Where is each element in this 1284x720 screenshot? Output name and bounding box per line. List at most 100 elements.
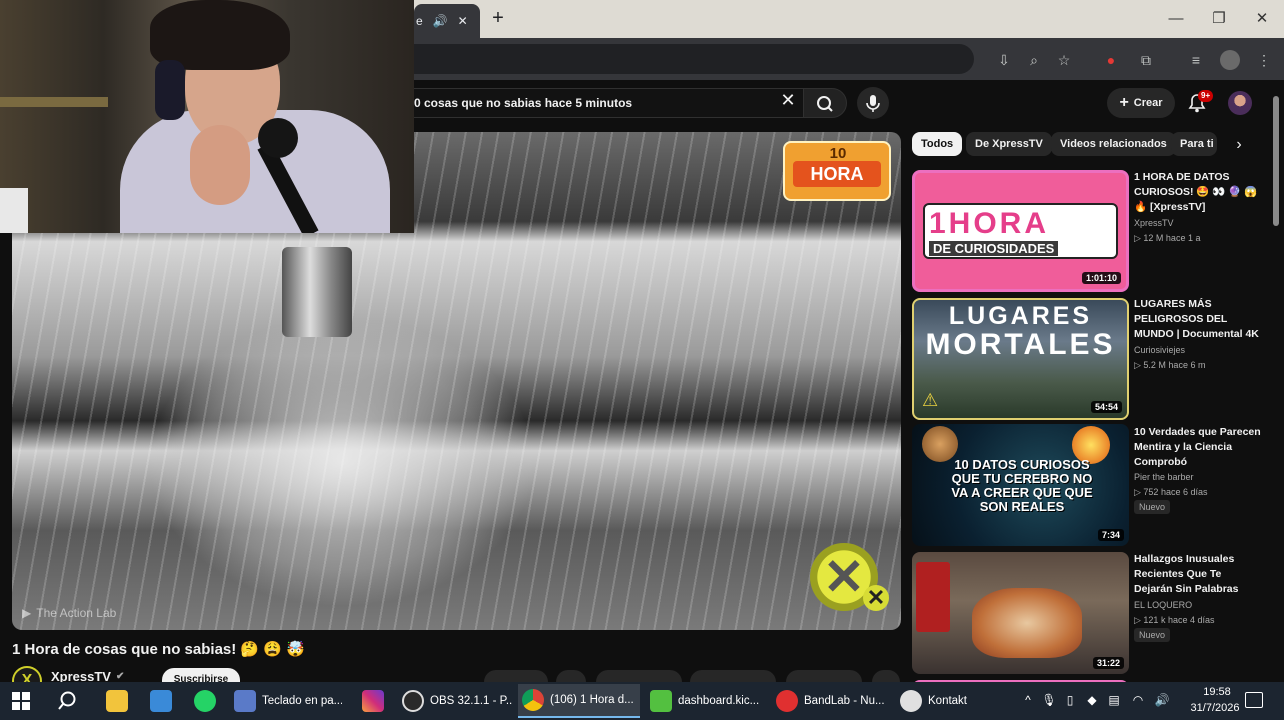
taskbar-app-keyboard[interactable]: Teclado en pa... (230, 684, 342, 718)
related-channel-1[interactable]: XpressTV (1134, 216, 1174, 230)
thumbnail-toolbox (916, 562, 950, 632)
tray-security-icon[interactable]: ◆ (1084, 692, 1100, 708)
kick-icon (650, 690, 672, 712)
related-title-2[interactable]: LUGARES MÁS PELIGROSOS DEL MUNDO | Docum… (1134, 297, 1262, 342)
tray-network-icon[interactable]: ▤ (1106, 692, 1122, 708)
thumbnail-text-line1: LUGARES (948, 302, 1093, 330)
tray-battery-icon[interactable]: ▯ (1062, 692, 1078, 708)
taskbar-app-label: (106) 1 Hora d... (550, 694, 634, 706)
account-avatar[interactable] (1228, 91, 1252, 115)
tray-volume-icon[interactable]: 🔊 (1154, 692, 1170, 708)
tray-microphone-icon[interactable]: 🎙 (1041, 692, 1057, 708)
taskbar-app-label: BandLab - Nu... (804, 695, 885, 707)
related-thumbnail-1[interactable]: 1HORA DE CURIOSIDADES 1:01:10 (912, 170, 1129, 292)
webcam-overlay (0, 0, 414, 233)
related-channel-4[interactable]: EL LOQUERO (1134, 598, 1192, 612)
tab-close-icon[interactable]: ✕ (458, 14, 468, 28)
window-close-button[interactable]: ✕ (1247, 8, 1277, 30)
chip-all[interactable]: Todos (912, 132, 963, 156)
window-maximize-button[interactable]: ❐ (1204, 8, 1234, 30)
obs-icon (402, 690, 424, 712)
new-badge: Nuevo (1134, 500, 1171, 514)
taskbar-app-kontakt[interactable]: Kontakt (896, 684, 1006, 718)
verified-icon: ✔ (115, 671, 125, 682)
tray-wifi-icon[interactable]: ◠ (1130, 692, 1146, 708)
taskbar-app-label: Teclado en pa... (262, 695, 342, 707)
related-channel-3[interactable]: Pier the barber (1134, 470, 1194, 484)
taskbar-app-bandlab[interactable]: BandLab - Nu... (772, 684, 888, 718)
start-button[interactable] (8, 684, 38, 718)
create-button[interactable]: + Crear (1107, 88, 1175, 118)
tab-audio-icon[interactable]: 🔊 (433, 14, 448, 28)
thumbnail-text-small: DE CURIOSIDADES (929, 241, 1059, 256)
search-query-text: 0 cosas que no sabias hace 5 minutos (414, 96, 633, 110)
scrollbar-thumb[interactable] (1273, 96, 1279, 226)
logo-text: HORA (793, 161, 881, 187)
taskbar-app-chrome[interactable]: (106) 1 Hora d... (518, 684, 640, 718)
related-meta-2: ▷ 5.2 M hace 6 m (1134, 360, 1206, 370)
instagram-icon[interactable] (358, 684, 388, 718)
warning-icon: ⚠ (922, 390, 939, 410)
related-title-4[interactable]: Hallazgos Inusuales Recientes Que Te Dej… (1134, 552, 1262, 597)
streaming-microphone (258, 118, 298, 158)
zoom-icon[interactable]: ⌕ (1024, 50, 1044, 70)
chrome-menu-icon[interactable]: ⋮ (1254, 50, 1274, 70)
webcam-object (0, 188, 28, 233)
extension-icon[interactable]: ● (1101, 50, 1121, 70)
streamer-hand (190, 125, 250, 205)
channel-watermark-logo: 10 HORA (783, 141, 891, 201)
video-duration: 54:54 (1090, 401, 1122, 413)
profile-avatar[interactable] (1220, 50, 1240, 70)
whatsapp-icon[interactable] (190, 684, 220, 718)
video-duration: 1:01:10 (1081, 272, 1121, 284)
chevron-right-icon[interactable]: › (1228, 134, 1250, 156)
new-tab-button[interactable]: + (486, 8, 510, 30)
browser-tab-active[interactable]: e 🔊 ✕ (414, 4, 480, 38)
keyboard-icon (234, 690, 256, 712)
youtube-logo-icon: ▶ (22, 606, 32, 620)
new-badge: Nuevo (1134, 628, 1171, 642)
chip-channel[interactable]: De XpressTV (966, 132, 1052, 156)
chip-for-you[interactable]: Para ti (1171, 132, 1217, 156)
related-title-1[interactable]: 1 HORA DE DATOS CURIOSOS! 🤩 👀 🔮 😱 🔥 [Xpr… (1134, 170, 1262, 215)
extensions-puzzle-icon[interactable]: ⧉ (1136, 50, 1156, 70)
headphone-icon (155, 60, 185, 120)
related-channel-2[interactable]: Curiosiviejes (1134, 343, 1185, 357)
media-control-icon[interactable]: ≡ (1186, 50, 1206, 70)
thumbnail-planet (922, 426, 958, 462)
taskbar-app-label: dashboard.kic... (678, 695, 760, 707)
tray-expand-icon[interactable]: ^ (1020, 692, 1036, 708)
thumbnail-text: 10 DATOS CURIOSOS QUE TU CEREBRO NO VA A… (951, 457, 1093, 514)
window-minimize-button[interactable]: — (1161, 8, 1191, 30)
related-thumbnail-3[interactable]: 10 DATOS CURIOSOS QUE TU CEREBRO NO VA A… (912, 424, 1129, 546)
store-icon[interactable] (146, 684, 176, 718)
taskbar-app-kick[interactable]: dashboard.kic... (646, 684, 762, 718)
related-thumbnail-2[interactable]: LUGARES MORTALES ⚠ 54:54 (912, 298, 1129, 420)
thumbnail-car (972, 588, 1082, 658)
related-thumbnail-4[interactable]: 31:22 (912, 552, 1129, 674)
search-icon (817, 96, 833, 112)
microphone-icon (866, 95, 880, 112)
related-title-3[interactable]: 10 Verdades que Parecen Mentira y la Cie… (1134, 425, 1262, 470)
thumbnail-text-line2: MORTALES (925, 328, 1116, 361)
taskbar-search-icon[interactable] (54, 684, 84, 718)
taskbar-clock-time[interactable]: 19:58 (1192, 686, 1242, 698)
windows-logo-icon (12, 692, 30, 710)
kontakt-icon (900, 690, 922, 712)
taskbar-app-obs[interactable]: OBS 32.1.1 - P... (398, 684, 512, 718)
search-button[interactable] (803, 88, 847, 118)
notification-center-icon[interactable] (1245, 692, 1263, 708)
video-duration: 7:34 (1097, 529, 1124, 541)
clear-search-icon[interactable]: ✕ (776, 90, 800, 114)
search-input[interactable]: 0 cosas que no sabias hace 5 minutos (414, 88, 804, 118)
address-bar[interactable] (414, 44, 974, 74)
chrome-icon (522, 689, 544, 711)
logo-number: 10 (829, 145, 847, 162)
chip-related[interactable]: Videos relacionados (1051, 132, 1176, 156)
install-app-icon[interactable]: ⇩ (994, 50, 1014, 70)
bookmark-star-icon[interactable]: ☆ (1054, 50, 1074, 70)
voice-search-button[interactable] (857, 87, 889, 119)
file-explorer-icon[interactable] (102, 684, 132, 718)
taskbar-clock-date[interactable]: 31/7/2026 (1180, 702, 1250, 714)
notification-count-badge: 9+ (1198, 90, 1214, 102)
